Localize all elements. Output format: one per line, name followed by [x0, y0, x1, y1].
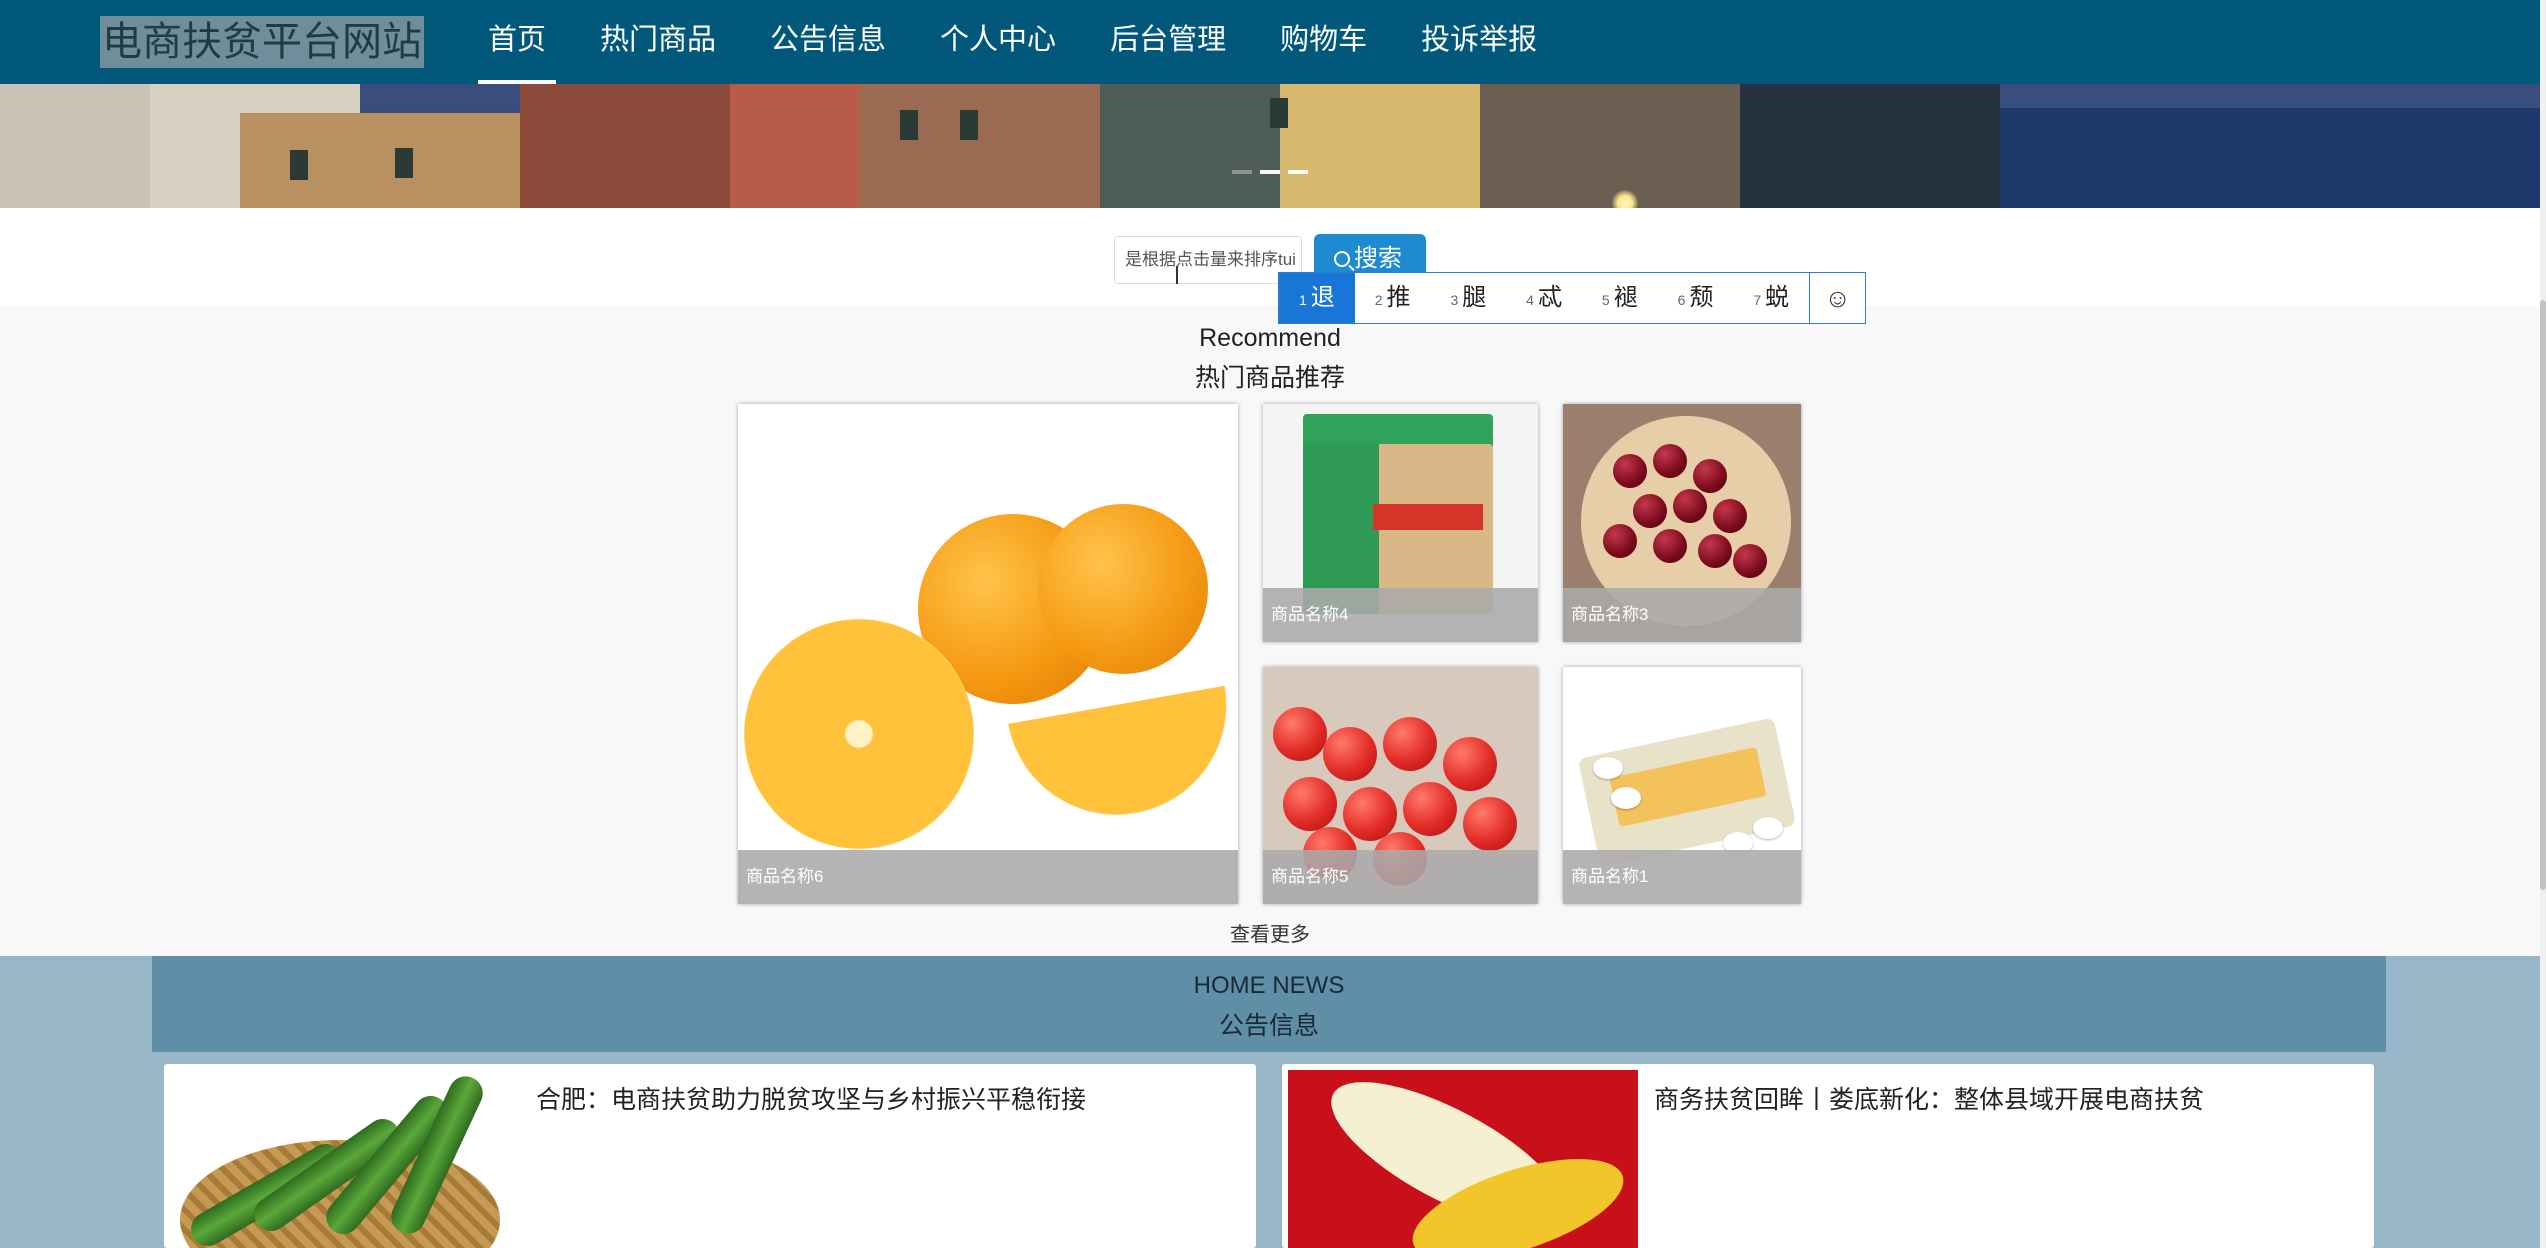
carousel-dot[interactable] [1232, 170, 1252, 174]
product-tile[interactable]: 商品名称1 [1563, 667, 1801, 904]
ime-candidate[interactable]: 6颓 [1658, 273, 1734, 323]
news-title[interactable]: 合肥：电商扶贫助力脱贫攻坚与乡村振兴平稳衔接 [536, 1080, 1086, 1116]
search-input[interactable]: 是根据点击量来排序tui [1114, 236, 1302, 284]
nav-item-home[interactable]: 首页 [477, 0, 557, 84]
ime-candidate-bar: 1退 2推 3腿 4忒 5褪 6颓 7蜕 ☺ [1278, 272, 1866, 324]
ime-candidate[interactable]: 1退 [1279, 273, 1355, 323]
site-brand[interactable]: 电商扶贫平台网站 [100, 16, 424, 68]
news-card[interactable]: 合肥：电商扶贫助力脱贫攻坚与乡村振兴平稳衔接 [164, 1064, 1256, 1248]
nav-item-announcements[interactable]: 公告信息 [770, 0, 886, 84]
product-tile[interactable]: 商品名称4 [1263, 404, 1538, 642]
product-image [1273, 707, 1327, 761]
ime-candidate[interactable]: 2推 [1355, 273, 1431, 323]
ime-candidate[interactable]: 4忒 [1506, 273, 1582, 323]
product-name: 商品名称1 [1563, 850, 1801, 904]
product-tile[interactable]: 商品名称6 [738, 404, 1238, 904]
text-cursor [1176, 266, 1178, 284]
ime-candidate[interactable]: 7蜕 [1733, 273, 1809, 323]
nav-item-admin[interactable]: 后台管理 [1110, 0, 1226, 84]
news-card[interactable]: 商务扶贫回眸丨娄底新化：整体县域开展电商扶贫 [1282, 1064, 2374, 1248]
nav-item-hot-products[interactable]: 热门商品 [600, 0, 716, 84]
nav-links: 首页 热门商品 公告信息 个人中心 后台管理 购物车 投诉举报 [477, 0, 1591, 84]
ime-candidate[interactable]: 5褪 [1582, 273, 1658, 323]
news-title-en: HOME NEWS [1193, 972, 1345, 999]
news-title-cn: 公告信息 [1218, 1012, 1319, 1040]
emoji-icon[interactable]: ☺ [1809, 273, 1865, 323]
search-button-label: 搜索 [1354, 245, 1402, 272]
news-image [1288, 1070, 1638, 1248]
carousel-dot[interactable] [1288, 170, 1308, 174]
top-navbar: 电商扶贫平台网站 首页 热门商品 公告信息 个人中心 后台管理 购物车 投诉举报 [0, 0, 2540, 84]
nav-item-profile[interactable]: 个人中心 [940, 0, 1056, 84]
product-name: 商品名称4 [1263, 588, 1538, 642]
ime-candidate[interactable]: 3腿 [1430, 273, 1506, 323]
carousel-dot[interactable] [1260, 170, 1280, 174]
product-tile[interactable]: 商品名称3 [1563, 404, 1801, 642]
scrollbar-thumb[interactable] [2540, 300, 2546, 890]
news-image [170, 1070, 520, 1248]
nav-item-complaints[interactable]: 投诉举报 [1421, 0, 1537, 84]
search-icon [1334, 251, 1350, 267]
product-name: 商品名称6 [738, 850, 1238, 904]
view-more-link[interactable]: 查看更多 [0, 918, 2540, 947]
carousel-indicators[interactable] [1232, 170, 1308, 174]
news-title[interactable]: 商务扶贫回眸丨娄底新化：整体县域开展电商扶贫 [1654, 1080, 2204, 1116]
recommend-title-cn: 热门商品推荐 [1194, 364, 1345, 392]
recommend-title-en: Recommend [1199, 324, 1341, 352]
product-name: 商品名称3 [1563, 588, 1801, 642]
nav-item-cart[interactable]: 购物车 [1280, 0, 1367, 84]
product-tile[interactable]: 商品名称5 [1263, 667, 1538, 904]
product-name: 商品名称5 [1263, 850, 1538, 904]
